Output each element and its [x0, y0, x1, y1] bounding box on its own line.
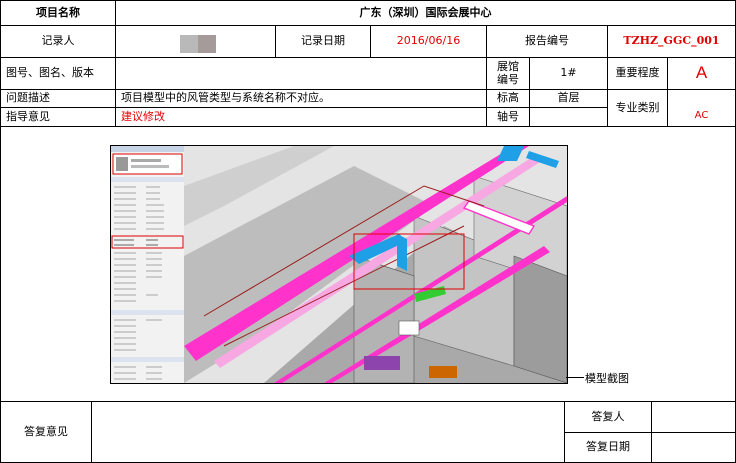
guidance-label: 指导意见	[0, 107, 116, 127]
issue-value: 项目模型中的风管类型与系统名称不对应。	[115, 89, 487, 108]
drawing-value	[115, 57, 487, 90]
record-date-label: 记录日期	[275, 25, 371, 58]
discipline-value: AC	[667, 89, 736, 127]
hall-no-label-line2: 编号	[497, 72, 519, 86]
importance-label: 重要程度	[607, 57, 668, 90]
axis-value	[529, 107, 608, 127]
record-date-value: 2016/06/16	[370, 25, 487, 58]
callout-leader	[566, 377, 584, 378]
drawing-label: 图号、图名、版本	[0, 57, 116, 90]
issue-label: 问题描述	[0, 89, 116, 108]
reply-date-label: 答复日期	[564, 432, 652, 463]
reply-value	[91, 401, 565, 463]
screenshot-callout: 模型截图	[585, 372, 629, 385]
elevation-value: 首层	[529, 89, 608, 108]
project-name-value: 广东（深圳）国际会展中心	[115, 0, 736, 26]
project-name-label: 项目名称	[0, 0, 116, 26]
bim-3d-view	[184, 146, 567, 383]
properties-panel	[111, 146, 185, 383]
discipline-label: 专业类别	[607, 89, 668, 127]
report-no-label: 报告编号	[486, 25, 608, 58]
recorder-label: 记录人	[0, 25, 116, 58]
axis-label: 轴号	[486, 107, 530, 127]
report-no-value: TZHZ_GGC_001	[607, 25, 736, 58]
hall-no-value: 1#	[529, 57, 608, 90]
replier-label: 答复人	[564, 401, 652, 433]
redacted-name	[180, 35, 216, 53]
hall-no-label: 展馆 编号	[486, 57, 530, 90]
elevation-label: 标高	[486, 89, 530, 108]
replier-value	[651, 401, 736, 433]
reply-label: 答复意见	[0, 401, 92, 463]
reply-date-value	[651, 432, 736, 463]
guidance-value: 建议修改	[115, 107, 487, 127]
importance-value: A	[667, 57, 736, 90]
properties-panel-graphic	[111, 146, 184, 380]
hall-no-label-line1: 展馆	[497, 60, 519, 74]
model-screenshot	[110, 145, 568, 384]
